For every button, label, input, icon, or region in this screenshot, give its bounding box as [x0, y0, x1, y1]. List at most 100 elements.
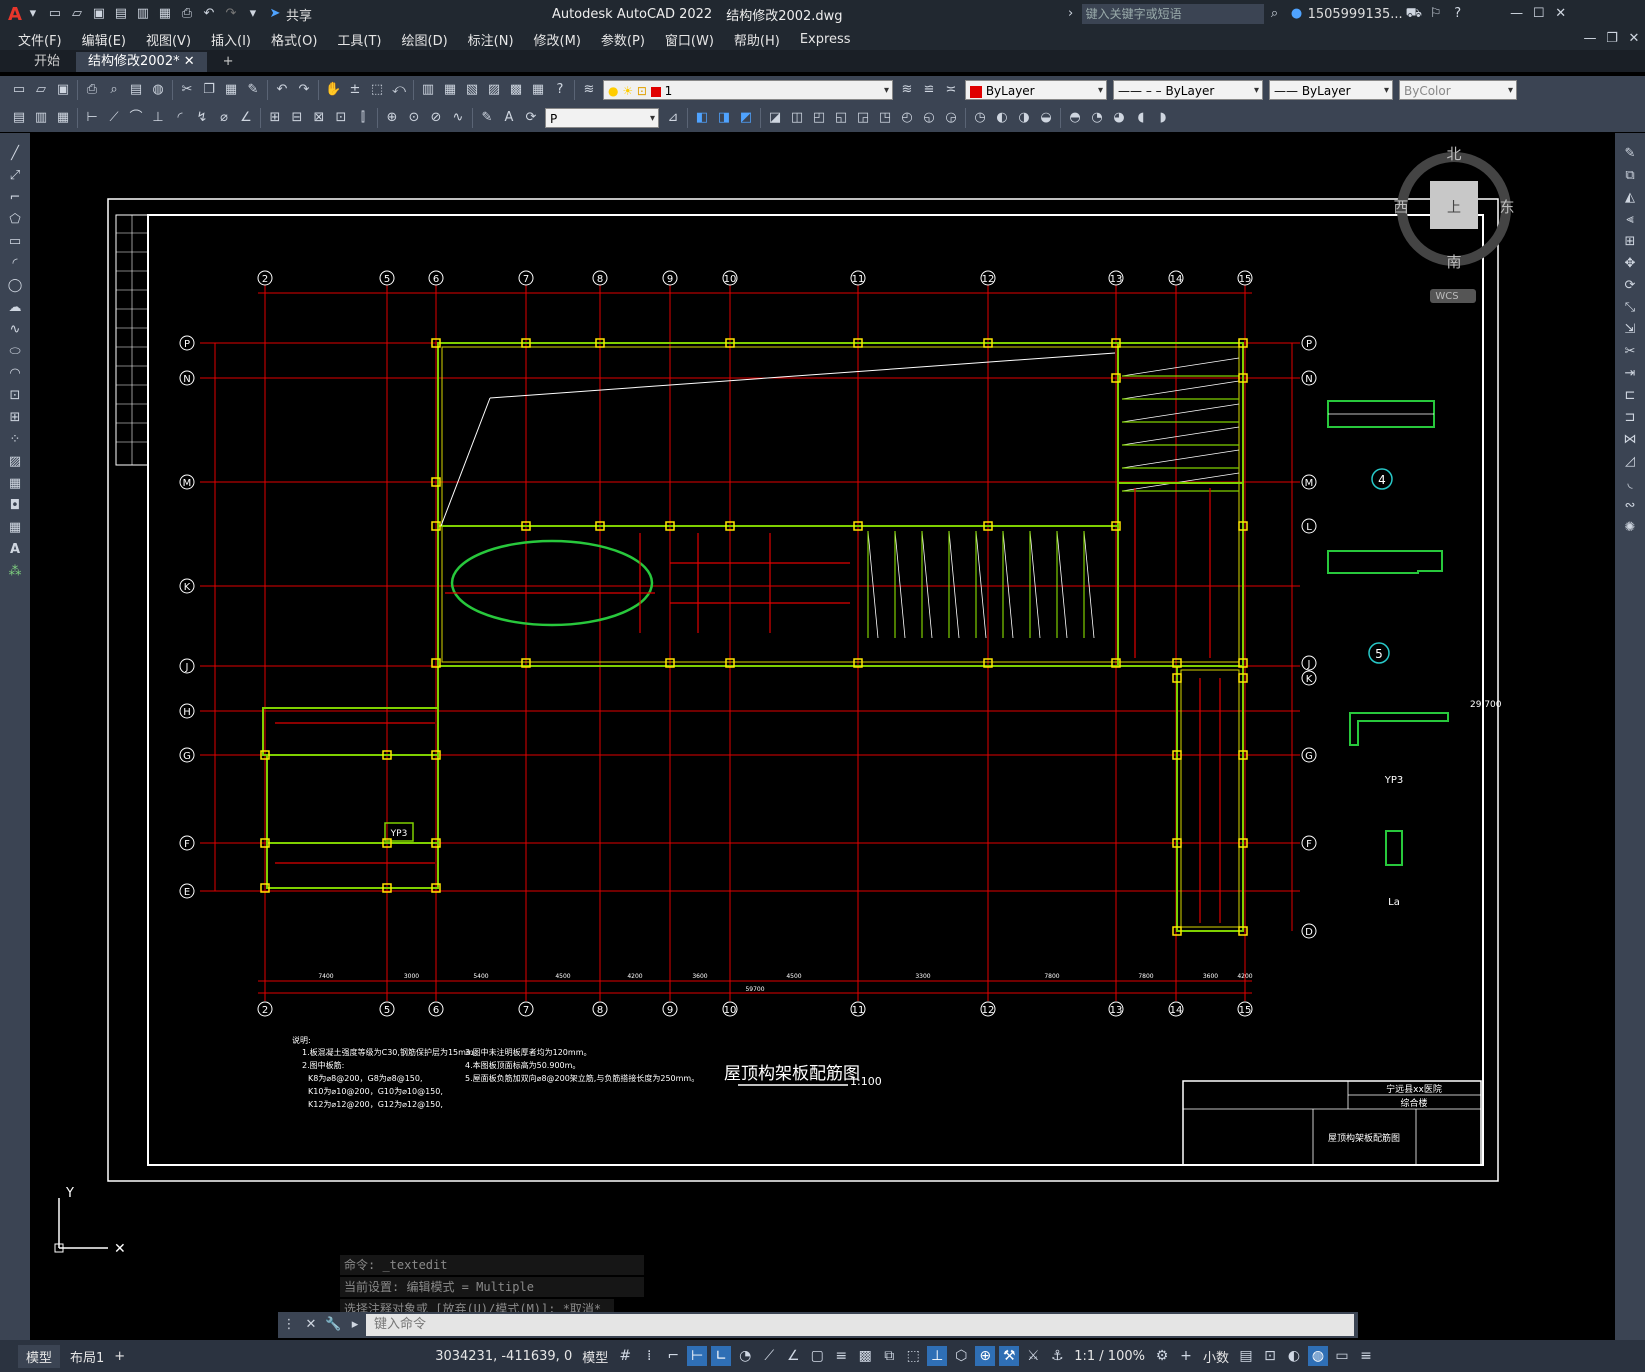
dimension-style-icon[interactable]: ⊿ [665, 110, 681, 126]
jogged-dimension-icon[interactable]: ↯ [194, 110, 210, 126]
arc-icon[interactable]: ◜ [7, 256, 23, 272]
offset-icon[interactable]: ⫷ [1622, 212, 1638, 228]
search-icon[interactable]: ⌕ [1267, 6, 1283, 22]
copy-object-icon[interactable]: ⧉ [1622, 168, 1638, 184]
command-recent-icon[interactable]: ▸ [347, 1317, 363, 1333]
view-3d-2-icon[interactable]: ◨ [716, 110, 732, 126]
render-1-icon[interactable]: ◷ [972, 110, 988, 126]
web-open-icon[interactable]: ▥ [135, 6, 151, 22]
open-file-icon[interactable]: ▱ [69, 6, 85, 22]
multiline-text-icon[interactable]: A [7, 542, 23, 558]
maximize-icon[interactable]: ☐ [1531, 6, 1547, 22]
polyline-icon[interactable]: ⌐ [7, 190, 23, 206]
add-selected-icon[interactable]: ⁂ [7, 564, 23, 580]
insert-block-icon[interactable]: ⊡ [7, 388, 23, 404]
move-icon[interactable]: ✥ [1622, 256, 1638, 272]
trim-icon[interactable]: ✂ [1622, 344, 1638, 360]
match-properties-icon[interactable]: ✎ [245, 82, 261, 98]
view-3d-3-icon[interactable]: ◩ [738, 110, 754, 126]
rectangle-icon[interactable]: ▭ [7, 234, 23, 250]
auto-scale-icon[interactable]: ⚔ [1023, 1346, 1043, 1366]
selection-cycling-icon[interactable]: ⧉ [879, 1346, 899, 1366]
viewcube-east[interactable]: 东 [1499, 198, 1514, 216]
close-icon[interactable]: ✕ [1553, 6, 1569, 22]
copy-icon[interactable]: ❐ [201, 82, 217, 98]
modeling-8-icon[interactable]: ◵ [921, 110, 937, 126]
menu-parametric[interactable]: 参数(P) [601, 30, 645, 49]
menu-format[interactable]: 格式(O) [271, 30, 317, 49]
modeling-3-icon[interactable]: ◰ [811, 110, 827, 126]
sun-icon[interactable]: ☀ [622, 84, 633, 98]
help-icon[interactable]: ? [552, 82, 568, 98]
aligned-dimension-icon[interactable]: ⟋ [106, 110, 122, 126]
polar-tracking-icon[interactable]: ◔ [735, 1346, 755, 1366]
make-block-icon[interactable]: ▦ [55, 110, 71, 126]
tool-palettes-icon[interactable]: ▧ [464, 82, 480, 98]
zoom-window-icon[interactable]: ⬚ [369, 82, 385, 98]
command-input[interactable]: 键入命令 [366, 1314, 1354, 1336]
mirror-icon[interactable]: ◭ [1622, 190, 1638, 206]
explode-icon[interactable]: ✺ [1622, 520, 1638, 536]
lineweight-icon[interactable]: ≡ [831, 1346, 851, 1366]
layer-dropdown-arrow-icon[interactable]: ▾ [884, 81, 889, 101]
dynamic-ucs-icon[interactable]: ⊥ [927, 1346, 948, 1366]
block-editor-icon[interactable]: ▤ [11, 110, 27, 126]
search-expand-icon[interactable]: › [1063, 6, 1079, 22]
baseline-dimension-icon[interactable]: ⊟ [289, 110, 305, 126]
paste-icon[interactable]: ▦ [223, 82, 239, 98]
point-icon[interactable]: ⁘ [7, 432, 23, 448]
print-icon[interactable]: ⎙ [84, 82, 100, 98]
menu-view[interactable]: 视图(V) [146, 30, 191, 49]
modeling-5-icon[interactable]: ◲ [855, 110, 871, 126]
render-5-icon[interactable]: ◓ [1067, 110, 1083, 126]
zoom-realtime-icon[interactable]: ± [347, 82, 363, 98]
save-icon[interactable]: ▣ [91, 6, 107, 22]
qat-more-icon[interactable]: ▾ [245, 6, 261, 22]
command-grip-icon[interactable]: ⋮ [281, 1317, 297, 1333]
add-layout-button[interactable]: + [114, 1349, 125, 1364]
pan-icon[interactable]: ✋ [325, 82, 341, 98]
revision-cloud-icon[interactable]: ☁ [7, 300, 23, 316]
modeling-1-icon[interactable]: ◪ [767, 110, 783, 126]
plotstyle-dropdown[interactable]: ByColor ▾ [1399, 80, 1517, 100]
circle-icon[interactable]: ◯ [7, 278, 23, 294]
redo-icon[interactable]: ↷ [223, 6, 239, 22]
menu-express[interactable]: Express [800, 32, 851, 47]
undo-icon[interactable]: ↶ [201, 6, 217, 22]
sheet-set-icon[interactable]: ▨ [486, 82, 502, 98]
rotate-icon[interactable]: ⟳ [1622, 278, 1638, 294]
continue-dimension-icon[interactable]: ⊠ [311, 110, 327, 126]
menu-insert[interactable]: 插入(I) [211, 30, 251, 49]
lock-ui-icon[interactable]: ⊡ [1260, 1346, 1280, 1366]
dynamic-input-icon[interactable]: ⊢ [687, 1346, 708, 1366]
snap-icon[interactable]: ⁞ [639, 1346, 659, 1366]
inspection-icon[interactable]: ⊘ [428, 110, 444, 126]
grid-icon[interactable]: # [615, 1346, 635, 1366]
save-icon[interactable]: ▣ [55, 82, 71, 98]
light-bulb-icon[interactable]: ● [608, 84, 618, 98]
design-center-icon[interactable]: ▦ [442, 82, 458, 98]
dimension-edit-icon[interactable]: ✎ [479, 110, 495, 126]
app-menu-chevron-icon[interactable]: ▾ [25, 6, 41, 22]
layer-properties-icon[interactable]: ≋ [581, 82, 597, 98]
isodraft-icon[interactable]: ⟋ [759, 1346, 779, 1366]
doc-close-icon[interactable]: ✕ [1626, 31, 1642, 47]
region-icon[interactable]: ◘ [7, 498, 23, 514]
break-icon[interactable]: ⊐ [1622, 410, 1638, 426]
ellipse-arc-icon[interactable]: ◠ [7, 366, 23, 382]
menu-dimension[interactable]: 标注(N) [468, 30, 514, 49]
coordinates-readout[interactable]: 3034231, -411639, 0 [435, 1349, 572, 1364]
dimstyle-dropdown-arrow-icon[interactable]: ▾ [650, 109, 655, 129]
object-snap-icon[interactable]: ▢ [807, 1346, 827, 1366]
viewcube-north[interactable]: 北 [1446, 145, 1461, 163]
autodesk-account-icon[interactable]: ⚐ [1428, 6, 1444, 22]
lineweight-dropdown[interactable]: —— ByLayer ▾ [1269, 80, 1393, 100]
viewcube-south[interactable]: 南 [1446, 253, 1461, 271]
extend-icon[interactable]: ⇥ [1622, 366, 1638, 382]
menu-edit[interactable]: 编辑(E) [82, 30, 126, 49]
new-tab-button[interactable]: + [211, 52, 246, 72]
radius-dimension-icon[interactable]: ◜ [172, 110, 188, 126]
command-customize-icon[interactable]: 🔧 [325, 1317, 341, 1333]
publish-icon[interactable]: ▤ [128, 82, 144, 98]
menu-window[interactable]: 窗口(W) [665, 30, 714, 49]
